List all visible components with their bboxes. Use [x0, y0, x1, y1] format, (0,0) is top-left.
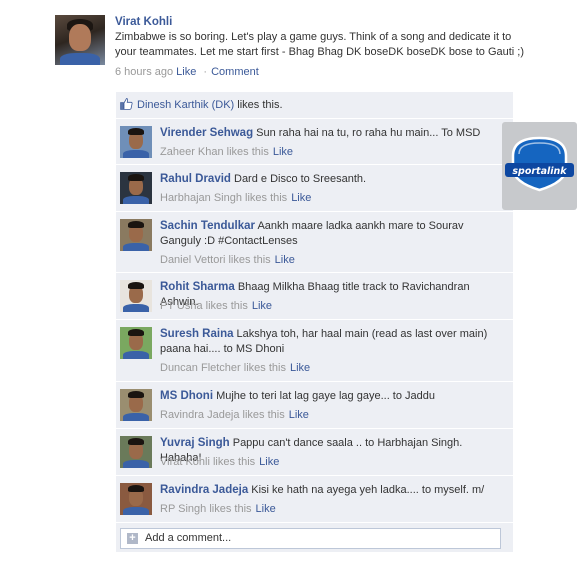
comment-item: Ravindra Jadeja Kisi ke hath na ayega ye…: [116, 475, 513, 522]
avatar-face: [69, 24, 91, 51]
comment-likers[interactable]: PT Usha likes this: [160, 300, 248, 312]
post-like-link[interactable]: Like: [176, 66, 196, 78]
add-comment-placeholder: Add a comment...: [145, 532, 232, 544]
comment-item: Sachin Tendulkar Aankh maare ladka aankh…: [116, 211, 513, 272]
comment-meta: PT Usha likes this Like: [160, 299, 272, 313]
author-avatar[interactable]: [55, 15, 105, 65]
commenter-name[interactable]: Suresh Raina: [160, 328, 234, 340]
post-text: Zimbabwe is so boring. Let's play a game…: [115, 31, 525, 58]
commenter-avatar[interactable]: [120, 436, 152, 468]
liker-name[interactable]: Dinesh Karthik (DK): [137, 99, 234, 111]
comment-like-link[interactable]: Like: [273, 146, 293, 158]
comment-item: Rohit Sharma Bhaag Milkha Bhaag title tr…: [116, 272, 513, 319]
comment-item: Yuvraj Singh Pappu can't dance saala .. …: [116, 428, 513, 475]
commenter-avatar[interactable]: [120, 280, 152, 312]
commenter-name[interactable]: Virender Sehwag: [160, 127, 253, 139]
comment-likers[interactable]: Daniel Vettori likes this: [160, 254, 271, 266]
comment-like-link[interactable]: Like: [291, 192, 311, 204]
commenter-avatar[interactable]: [120, 126, 152, 158]
commenter-avatar[interactable]: [120, 483, 152, 515]
comment-body: Dard e Disco to Sreesanth.: [230, 173, 367, 185]
comment-meta: RP Singh likes this Like: [160, 502, 276, 516]
comment-like-link[interactable]: Like: [290, 362, 310, 374]
comment-like-link[interactable]: Like: [289, 409, 309, 421]
post-time[interactable]: 6 hours ago: [115, 66, 173, 78]
comment-item: Suresh Raina Lakshya toh, har haal main …: [116, 319, 513, 381]
comment-like-link[interactable]: Like: [256, 503, 276, 515]
post-body: Virat Kohli Zimbabwe is so boring. Let's…: [115, 15, 525, 78]
avatar-shirt: [60, 53, 100, 65]
commenter-avatar[interactable]: [120, 389, 152, 421]
comment-text: Virender Sehwag Sun raha hai na tu, ro r…: [160, 126, 505, 141]
post-comment-link[interactable]: Comment: [211, 66, 259, 78]
comment-like-link[interactable]: Like: [252, 300, 272, 312]
comment-meta: Daniel Vettori likes this Like: [160, 253, 295, 267]
commenter-name[interactable]: Sachin Tendulkar: [160, 220, 255, 232]
comment-meta: Harbhajan Singh likes this Like: [160, 191, 311, 205]
commenter-avatar[interactable]: [120, 172, 152, 204]
comment-item: Rahul Dravid Dard e Disco to Sreesanth. …: [116, 164, 513, 211]
comment-like-link[interactable]: Like: [259, 456, 279, 468]
commenter-name[interactable]: Yuvraj Singh: [160, 437, 230, 449]
comment-body: Mujhe to teri lat lag gaye lag gaye... t…: [213, 390, 436, 402]
commenter-avatar[interactable]: [120, 327, 152, 359]
comment-meta: Zaheer Khan likes this Like: [160, 145, 293, 159]
meta-separator: ·: [203, 66, 208, 78]
commenter-name[interactable]: Ravindra Jadeja: [160, 484, 248, 496]
comment-likers[interactable]: Duncan Fletcher likes this: [160, 362, 286, 374]
badge-label: sportalink: [512, 166, 567, 177]
sportalink-badge[interactable]: sportalink: [502, 122, 577, 210]
comment-body: Kisi ke hath na ayega yeh ladka.... to m…: [248, 484, 485, 496]
comment-likers[interactable]: RP Singh likes this: [160, 503, 252, 515]
comment-meta: Ravindra Jadeja likes this Like: [160, 408, 309, 422]
thumbs-up-icon: [120, 98, 133, 110]
helmet-logo-icon: [505, 136, 574, 192]
comment-likers[interactable]: Virat Kohli likes this: [160, 456, 255, 468]
comment-feed: Dinesh Karthik (DK) likes this. Virender…: [116, 92, 513, 552]
comment-likers[interactable]: Ravindra Jadeja likes this: [160, 409, 285, 421]
add-comment-box: + Add a comment...: [116, 522, 513, 552]
comment-text: Rahul Dravid Dard e Disco to Sreesanth.: [160, 172, 505, 187]
commenter-name[interactable]: Rahul Dravid: [160, 173, 231, 185]
post-meta: 6 hours ago Like · Comment: [115, 66, 525, 78]
comment-item: Virender Sehwag Sun raha hai na tu, ro r…: [116, 118, 513, 164]
comment-item: MS Dhoni Mujhe to teri lat lag gaye lag …: [116, 381, 513, 428]
comment-like-link[interactable]: Like: [275, 254, 295, 266]
comment-meta: Duncan Fletcher likes this Like: [160, 361, 310, 375]
add-comment-input[interactable]: + Add a comment...: [120, 528, 501, 549]
comment-meta: Virat Kohli likes this Like: [160, 455, 279, 469]
comment-text: Suresh Raina Lakshya toh, har haal main …: [160, 327, 505, 357]
likes-suffix: likes this.: [234, 99, 283, 111]
commenter-name[interactable]: Rohit Sharma: [160, 281, 235, 293]
commenter-avatar[interactable]: [120, 219, 152, 251]
comment-likers[interactable]: Zaheer Khan likes this: [160, 146, 269, 158]
plus-icon: +: [127, 533, 138, 544]
commenter-name[interactable]: MS Dhoni: [160, 390, 213, 402]
post-author[interactable]: Virat Kohli: [115, 15, 525, 29]
comment-body: Sun raha hai na tu, ro raha hu main... T…: [253, 127, 481, 139]
likes-bar: Dinesh Karthik (DK) likes this.: [116, 92, 513, 118]
comment-text: MS Dhoni Mujhe to teri lat lag gaye lag …: [160, 389, 505, 404]
comment-text: Sachin Tendulkar Aankh maare ladka aankh…: [160, 219, 505, 249]
comment-text: Ravindra Jadeja Kisi ke hath na ayega ye…: [160, 483, 505, 498]
comment-likers[interactable]: Harbhajan Singh likes this: [160, 192, 287, 204]
